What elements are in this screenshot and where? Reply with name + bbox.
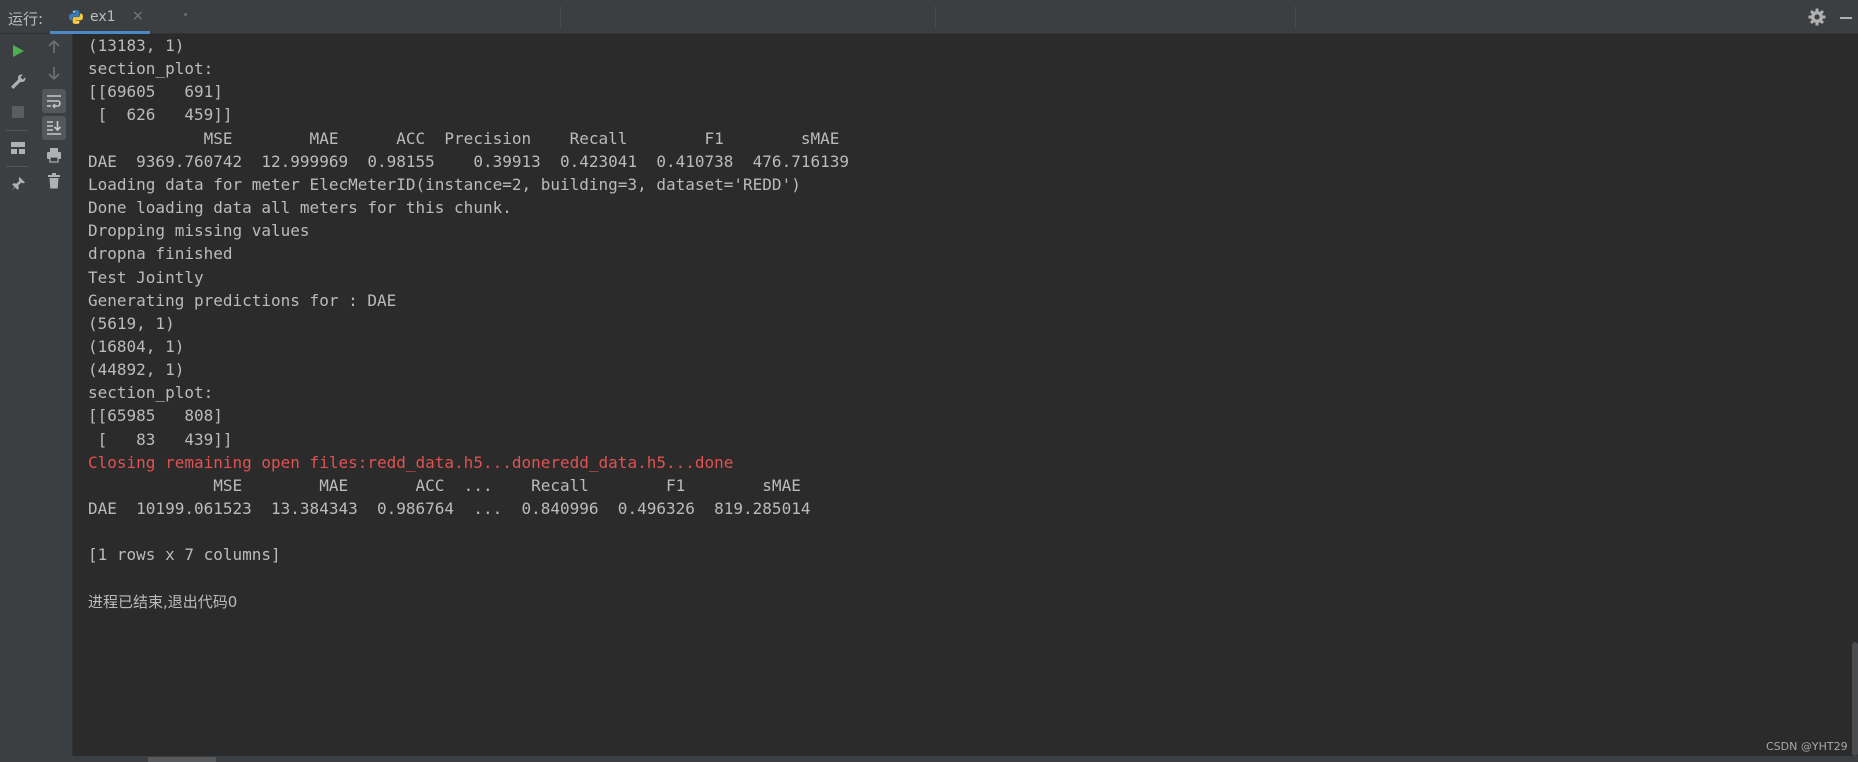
- console-line: [1 rows x 7 columns]: [88, 545, 281, 565]
- scroll-to-end-icon: [47, 121, 62, 135]
- print-button[interactable]: [42, 143, 66, 167]
- toolbar-divider: [6, 166, 28, 167]
- arrow-up-icon: [48, 40, 60, 53]
- horizontal-scrollbar-track: [0, 756, 1858, 762]
- gear-icon[interactable]: [1808, 8, 1826, 26]
- soft-wrap-icon: [47, 95, 61, 109]
- pin-icon: [11, 177, 25, 191]
- minimize-button[interactable]: [1838, 8, 1854, 26]
- clear-all-button[interactable]: [42, 169, 66, 193]
- soft-wrap-button[interactable]: [42, 89, 66, 113]
- edit-configuration-button[interactable]: [6, 70, 30, 94]
- tab-ex1[interactable]: ex1 ×: [50, 0, 150, 34]
- console-line: MSE MAE ACC Precision Recall F1 sMAE: [88, 128, 840, 148]
- rerun-button[interactable]: [6, 39, 30, 63]
- console-error-line: Closing remaining open files:redd_data.h…: [88, 452, 734, 472]
- console-line: (16804, 1): [88, 336, 185, 356]
- run-actions-toolbar: [0, 34, 36, 762]
- layout-icon: [11, 142, 25, 154]
- console-line: (44892, 1): [88, 360, 185, 380]
- vertical-scrollbar[interactable]: [1852, 642, 1858, 756]
- console-line: section_plot:: [88, 383, 214, 403]
- console-line: DAE 10199.061523 13.384343 0.986764 ... …: [88, 499, 811, 518]
- header-divider: [935, 6, 936, 28]
- console-line: dropna finished: [88, 244, 233, 264]
- tab-close-button[interactable]: ×: [132, 8, 144, 24]
- header-divider: [560, 6, 561, 28]
- toolbar-divider: [6, 130, 28, 131]
- stop-icon: [12, 106, 24, 118]
- console-line: Loading data for meter ElecMeterID(insta…: [88, 174, 801, 194]
- console-line: 进程已结束,退出代码0: [88, 592, 238, 611]
- horizontal-scrollbar-thumb[interactable]: [148, 757, 216, 762]
- console-line: Generating predictions for : DAE: [88, 290, 397, 310]
- run-panel-label: 运行:: [8, 10, 44, 28]
- next-occurrence-button[interactable]: [42, 61, 66, 85]
- python-icon: [69, 10, 83, 24]
- console-line: [ 626 459]]: [88, 105, 233, 125]
- tab-title: ex1: [90, 9, 116, 25]
- run-icon: [13, 45, 24, 57]
- console-line: section_plot:: [88, 59, 214, 79]
- run-panel-header: 运行: ex1 ×: [0, 0, 1858, 34]
- console-line: [ 83 439]]: [88, 429, 233, 449]
- print-icon: [47, 148, 61, 163]
- header-divider: [1295, 6, 1296, 28]
- watermark: CSDN @YHT29: [1766, 740, 1848, 753]
- console-line: [[65985 808]: [88, 406, 223, 426]
- console-line: (5619, 1): [88, 313, 175, 333]
- pin-tab-button[interactable]: [6, 172, 30, 196]
- previous-occurrence-button[interactable]: [42, 35, 66, 59]
- tab-overflow-indicator: [184, 13, 187, 16]
- console-line: MSE MAE ACC ... Recall F1 sMAE: [88, 475, 801, 495]
- console-line: Done loading data all meters for this ch…: [88, 198, 512, 218]
- trash-icon: [48, 173, 60, 189]
- console-output[interactable]: (13183, 1) section_plot: [[69605 691] [ 62…: [73, 34, 1858, 756]
- scroll-to-end-button[interactable]: [42, 116, 66, 140]
- console-line: (13183, 1): [88, 36, 185, 55]
- console-line: DAE 9369.760742 12.999969 0.98155 0.3991…: [88, 151, 849, 171]
- console-actions-toolbar: [36, 34, 73, 762]
- run-tool-window: 运行: ex1 × (13183, 1) section_plot: [[696…: [0, 0, 1858, 762]
- layout-button[interactable]: [6, 136, 30, 160]
- stop-button[interactable]: [6, 100, 30, 124]
- console-line: Test Jointly: [88, 267, 204, 287]
- wrench-icon: [11, 74, 26, 89]
- console-line: Dropping missing values: [88, 221, 310, 241]
- console-line: [[69605 691]: [88, 82, 223, 102]
- arrow-down-icon: [48, 67, 60, 80]
